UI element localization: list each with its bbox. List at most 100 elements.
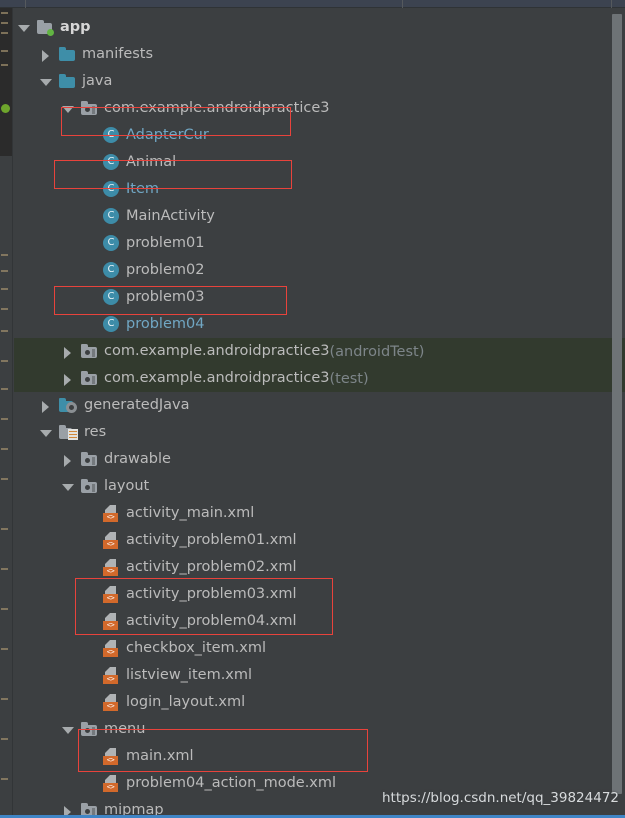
chevron-down-icon[interactable]: [60, 101, 75, 116]
android-studio-project-panel: app manifests java com.example.androidpract…: [0, 0, 625, 818]
java-class-icon: C: [103, 262, 120, 279]
chevron-right-icon[interactable]: [60, 344, 75, 359]
tree-row-label: activity_problem04.xml: [126, 613, 297, 629]
tree-row[interactable]: com.example.androidpractice3 (test): [14, 365, 625, 392]
chevron-down-icon[interactable]: [38, 74, 53, 89]
tree-row-label: com.example.androidpractice3: [104, 370, 330, 386]
package-folder-icon: [81, 479, 98, 494]
vertical-scrollbar[interactable]: [612, 14, 622, 794]
tree-row[interactable]: <> activity_problem04.xml: [14, 608, 625, 635]
generated-folder-icon: [59, 398, 78, 413]
package-folder-icon: [81, 371, 98, 386]
chevron-down-icon[interactable]: [16, 20, 31, 35]
tree-row[interactable]: app: [14, 14, 625, 41]
tree-row-label: login_layout.xml: [126, 694, 246, 710]
tree-row-label: layout: [104, 478, 150, 494]
tree-row-label: activity_main.xml: [126, 505, 255, 521]
adjacent-panel-sliver: [0, 8, 13, 818]
tree-row[interactable]: layout: [14, 473, 625, 500]
watermark-text: https://blog.csdn.net/qq_39824472: [381, 790, 619, 806]
tree-row[interactable]: <> activity_main.xml: [14, 500, 625, 527]
tree-row[interactable]: C MainActivity: [14, 203, 625, 230]
package-folder-icon: [81, 452, 98, 467]
package-folder-icon: [81, 722, 98, 737]
tree-row[interactable]: res: [14, 419, 625, 446]
tree-row-label: menu: [104, 721, 146, 737]
tree-row-label: Item: [126, 181, 160, 197]
tree-row-label: activity_problem01.xml: [126, 532, 297, 548]
tree-row[interactable]: <> checkbox_item.xml: [14, 635, 625, 662]
tree-row[interactable]: <> activity_problem02.xml: [14, 554, 625, 581]
tree-row[interactable]: drawable: [14, 446, 625, 473]
tree-row-label: res: [84, 424, 107, 440]
tree-row-label: generatedJava: [84, 397, 190, 413]
toolbar-strip: [0, 0, 625, 8]
chevron-down-icon[interactable]: [38, 425, 53, 440]
tree-row[interactable]: C Animal: [14, 149, 625, 176]
tree-row[interactable]: manifests: [14, 41, 625, 68]
project-tree[interactable]: app manifests java com.example.androidpract…: [14, 8, 625, 818]
tree-row[interactable]: generatedJava: [14, 392, 625, 419]
tree-row-label: java: [82, 73, 113, 89]
xml-file-icon: <>: [103, 640, 120, 657]
tree-row-label: checkbox_item.xml: [126, 640, 267, 656]
tree-row[interactable]: <> main.xml: [14, 743, 625, 770]
chevron-down-icon[interactable]: [60, 479, 75, 494]
tree-row-label: problem04: [126, 316, 205, 332]
tree-row[interactable]: Cproblem02: [14, 257, 625, 284]
xml-file-icon: <>: [103, 559, 120, 576]
folder-icon: [59, 47, 76, 62]
chevron-right-icon[interactable]: [38, 398, 53, 413]
chevron-right-icon[interactable]: [38, 47, 53, 62]
java-class-icon: C: [103, 235, 120, 252]
tree-row[interactable]: <> activity_problem03.xml: [14, 581, 625, 608]
xml-file-icon: <>: [103, 775, 120, 792]
package-folder-icon: [81, 344, 98, 359]
tree-row[interactable]: Cproblem01: [14, 230, 625, 257]
xml-file-icon: <>: [103, 667, 120, 684]
java-class-icon: C: [103, 127, 120, 144]
package-folder-icon: [81, 101, 98, 116]
java-class-icon: C: [103, 316, 120, 333]
chevron-right-icon[interactable]: [60, 452, 75, 467]
xml-file-icon: <>: [103, 586, 120, 603]
tree-row[interactable]: Cproblem04: [14, 311, 625, 338]
tree-row[interactable]: <> login_layout.xml: [14, 689, 625, 716]
tree-row-label: problem04_action_mode.xml: [126, 775, 337, 791]
tree-row-label: app: [60, 19, 91, 35]
tree-row-label: MainActivity: [126, 208, 215, 224]
tree-row[interactable]: <> listview_item.xml: [14, 662, 625, 689]
tree-row-label: problem02: [126, 262, 205, 278]
tree-row[interactable]: com.example.androidpractice3: [14, 95, 625, 122]
tree-row[interactable]: C Item: [14, 176, 625, 203]
tree-row[interactable]: com.example.androidpractice3 (androidTes…: [14, 338, 625, 365]
tree-row[interactable]: Cproblem03: [14, 284, 625, 311]
xml-file-icon: <>: [103, 613, 120, 630]
chevron-right-icon[interactable]: [60, 371, 75, 386]
tree-row[interactable]: <> activity_problem01.xml: [14, 527, 625, 554]
tree-row-label: problem01: [126, 235, 205, 251]
java-class-icon: C: [103, 208, 120, 225]
tree-row-suffix: (test): [329, 370, 369, 387]
tree-row[interactable]: java: [14, 68, 625, 95]
res-folder-icon: [59, 425, 78, 440]
tree-row[interactable]: C AdapterCur: [14, 122, 625, 149]
tree-row[interactable]: menu: [14, 716, 625, 743]
chevron-down-icon[interactable]: [60, 722, 75, 737]
folder-icon: [59, 74, 76, 89]
java-class-icon: C: [103, 181, 120, 198]
tree-row-label: activity_problem02.xml: [126, 559, 297, 575]
